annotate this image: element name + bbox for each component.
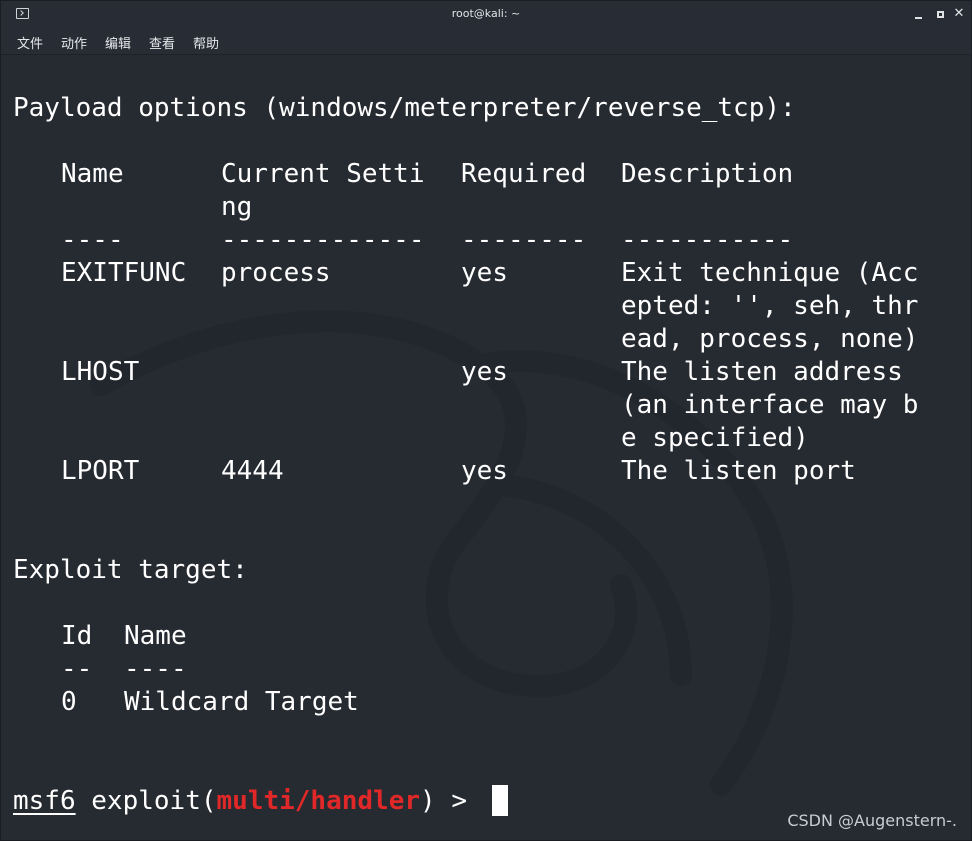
separator-name: ----: [61, 225, 124, 255]
separator-required: --------: [461, 225, 587, 255]
payload-options-header: Payload options (windows/meterpreter/rev…: [13, 93, 796, 123]
separator-description: -----------: [621, 225, 794, 255]
msf-prompt[interactable]: msf6 exploit(multi/handler) >: [13, 785, 483, 818]
menu-view[interactable]: 查看: [149, 33, 175, 52]
row-lport-required: yes: [461, 456, 508, 486]
close-button[interactable]: ✕: [951, 6, 967, 22]
menu-bar: 文件 动作 编辑 查看 帮助: [1, 28, 971, 55]
prompt-mid: exploit(: [75, 786, 217, 816]
row-lport-setting: 4444: [221, 456, 284, 486]
col-header-current-setting-wrap: ng: [221, 192, 253, 222]
window-title: root@kali: ~: [451, 7, 521, 20]
col-header-required: Required: [461, 159, 587, 189]
col-header-current-setting: Current Setti: [221, 159, 425, 189]
row-lhost-desc-2: (an interface may b: [621, 390, 919, 420]
row-lhost-desc-1: The listen address: [621, 357, 903, 387]
menu-file[interactable]: 文件: [17, 33, 43, 52]
row-lhost-name: LHOST: [61, 357, 140, 387]
maximize-icon: [937, 11, 944, 18]
menu-action[interactable]: 动作: [61, 33, 87, 52]
csdn-watermark: CSDN @Augenstern-.: [787, 811, 957, 830]
col-header-description: Description: [621, 159, 794, 189]
row-lport-desc-1: The listen port: [621, 456, 856, 486]
prompt-module: multi/handler: [216, 786, 421, 816]
terminal-cursor: [492, 785, 508, 816]
row-exitfunc-desc-2: epted: '', seh, thr: [621, 291, 919, 321]
exploit-col-id: Id: [61, 621, 93, 651]
minimize-button[interactable]: [911, 6, 927, 22]
row-lhost-desc-3: e specified): [621, 423, 809, 453]
prompt-prefix: msf6: [13, 786, 76, 816]
col-header-name: Name: [61, 159, 124, 189]
terminal-window: root@kali: ~ ✕ 文件 动作 编辑 查看 帮助 Payload op…: [0, 0, 972, 841]
row-exitfunc-desc-3: ead, process, none): [621, 324, 919, 354]
maximize-button[interactable]: [933, 6, 949, 22]
exploit-row-id: 0: [61, 687, 77, 717]
prompt-suffix: ) >: [420, 786, 483, 816]
exploit-separator-name: ----: [124, 654, 187, 684]
separator-current-setting: -------------: [221, 225, 425, 255]
row-exitfunc-desc-1: Exit technique (Acc: [621, 258, 919, 288]
exploit-col-name: Name: [124, 621, 187, 651]
title-bar[interactable]: root@kali: ~ ✕: [1, 1, 971, 28]
exploit-row-name: Wildcard Target: [124, 687, 359, 717]
row-exitfunc-name: EXITFUNC: [61, 258, 187, 288]
row-lhost-required: yes: [461, 357, 508, 387]
row-exitfunc-required: yes: [461, 258, 508, 288]
minimize-icon: [915, 17, 922, 19]
exploit-target-header: Exploit target:: [13, 555, 248, 585]
row-exitfunc-setting: process: [221, 258, 331, 288]
exploit-separator-id: --: [61, 654, 93, 684]
row-lport-name: LPORT: [61, 456, 140, 486]
menu-help[interactable]: 帮助: [193, 33, 219, 52]
menu-edit[interactable]: 编辑: [105, 33, 131, 52]
